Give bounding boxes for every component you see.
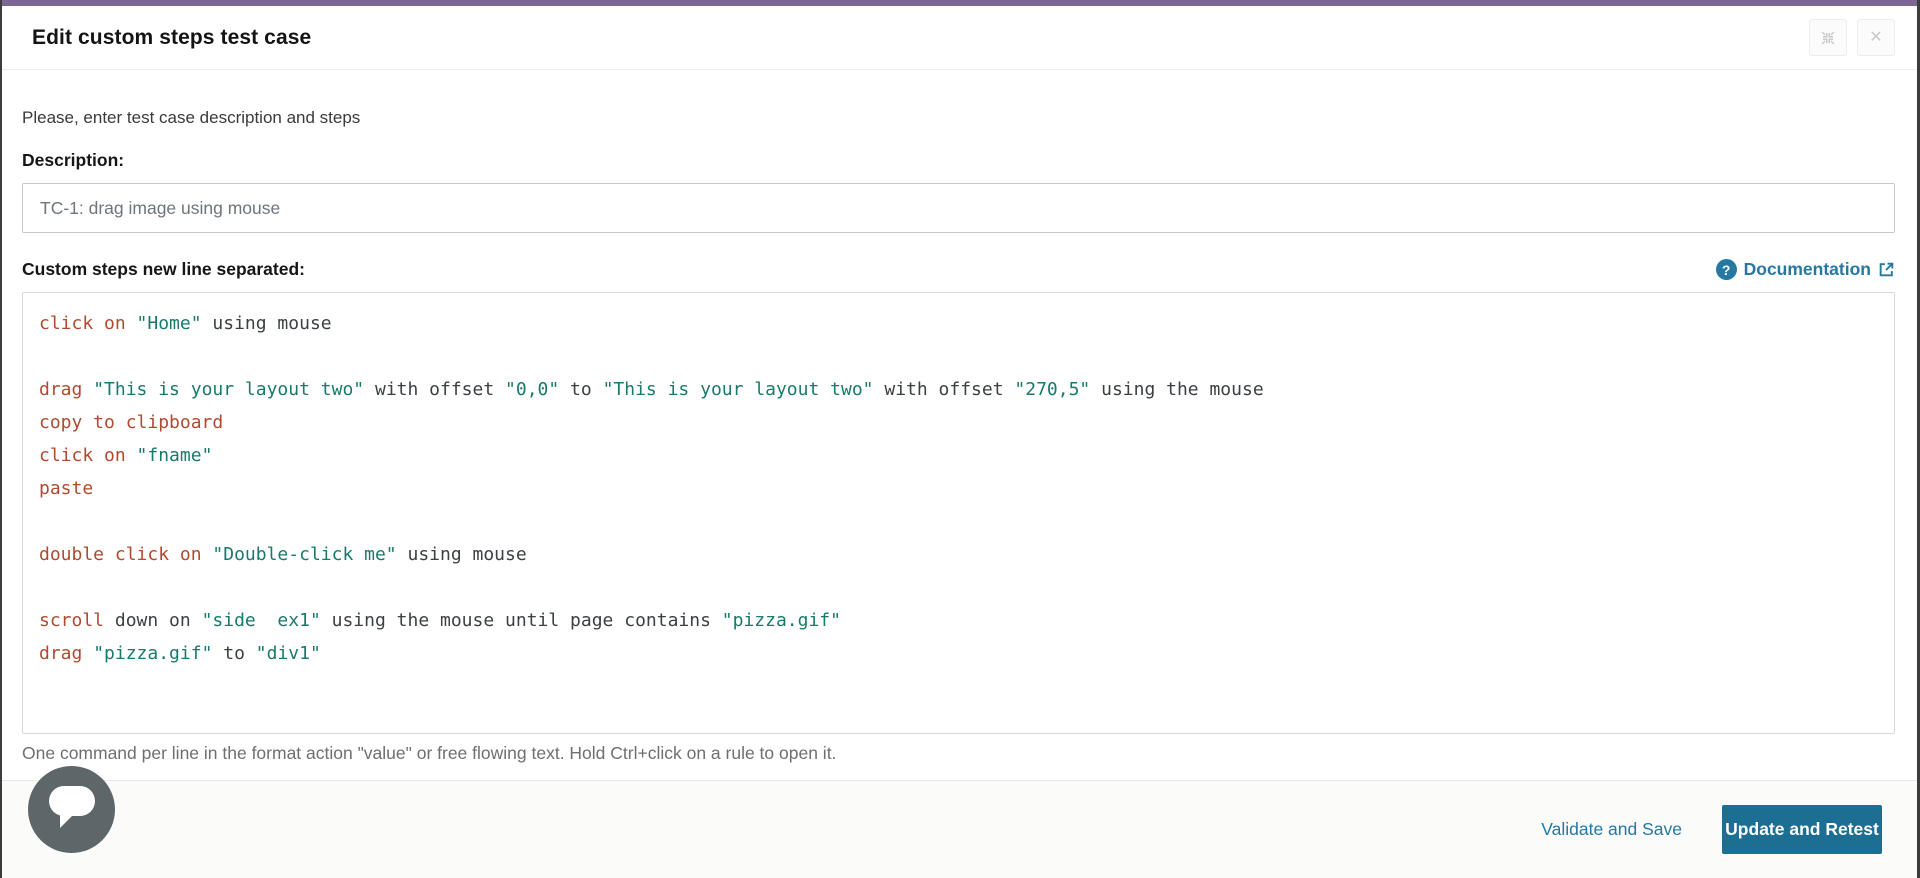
- documentation-link-label: Documentation: [1743, 259, 1871, 279]
- steps-editor-content: click on "Home" using mouse drag "This i…: [23, 293, 1894, 684]
- intro-text: Please, enter test case description and …: [22, 108, 361, 127]
- chat-bubble-icon: [47, 784, 97, 835]
- modal-footer: Validate and Save Update and Retest: [2, 780, 1917, 878]
- code-line[interactable]: [39, 505, 1878, 538]
- code-line[interactable]: click on "Home" using mouse: [39, 307, 1878, 340]
- token-cmd: paste: [39, 478, 94, 499]
- external-link-icon: [1878, 261, 1895, 278]
- code-line[interactable]: [39, 571, 1878, 604]
- token-txt: using mouse: [396, 544, 527, 565]
- token-txt: using mouse: [201, 313, 332, 334]
- description-input[interactable]: [22, 183, 1895, 233]
- token-str: "Double-click me": [212, 544, 397, 565]
- modal-body: Please, enter test case description and …: [2, 70, 1917, 780]
- token-txt: to: [212, 643, 256, 664]
- modal-title: Edit custom steps test case: [32, 25, 312, 49]
- token-str: "div1": [255, 643, 321, 664]
- token-cmd: click on: [39, 445, 126, 466]
- chat-widget-button[interactable]: [28, 766, 115, 853]
- steps-editor[interactable]: click on "Home" using mouse drag "This i…: [22, 292, 1895, 734]
- token-cmd: scroll: [39, 610, 105, 631]
- code-line[interactable]: drag "pizza.gif" to "div1": [39, 637, 1878, 670]
- token-cmd: double click on: [39, 544, 202, 565]
- code-line[interactable]: double click on "Double-click me" using …: [39, 538, 1878, 571]
- code-line[interactable]: [39, 340, 1878, 373]
- close-button[interactable]: ✕: [1857, 19, 1895, 56]
- modal-header: Edit custom steps test case ✕: [2, 6, 1917, 70]
- token-txt: with offset: [364, 379, 506, 400]
- close-icon: ✕: [1869, 28, 1883, 46]
- compress-button[interactable]: [1809, 19, 1847, 56]
- token-str: "pizza.gif": [93, 643, 213, 664]
- token-str: "pizza.gif": [721, 610, 841, 631]
- validate-and-save-button[interactable]: Validate and Save: [1541, 819, 1682, 840]
- window-controls: ✕: [1809, 19, 1895, 56]
- code-line[interactable]: paste: [39, 472, 1878, 505]
- token-cmd: drag: [39, 379, 83, 400]
- help-icon: ?: [1715, 259, 1737, 280]
- compress-icon: [1820, 30, 1836, 46]
- token-txt: using the mouse until page contains: [320, 610, 722, 631]
- edit-test-case-modal: Edit custom steps test case ✕ Please, en…: [2, 0, 1917, 878]
- update-and-retest-button[interactable]: Update and Retest: [1722, 805, 1882, 854]
- token-str: "Home": [136, 313, 202, 334]
- token-cmd: click on: [39, 313, 126, 334]
- token-cmd: copy to clipboard: [39, 412, 224, 433]
- token-str: "270,5": [1014, 379, 1091, 400]
- code-line[interactable]: click on "fname": [39, 439, 1878, 472]
- token-str: "fname": [136, 445, 213, 466]
- editor-helper-text: One command per line in the format actio…: [22, 743, 837, 763]
- token-txt: using the mouse: [1090, 379, 1264, 400]
- token-cmd: drag: [39, 643, 83, 664]
- code-line[interactable]: scroll down on "side ex1" using the mous…: [39, 604, 1878, 637]
- token-txt: down on: [104, 610, 202, 631]
- token-txt: with offset: [873, 379, 1015, 400]
- token-txt: to: [559, 379, 603, 400]
- code-line[interactable]: drag "This is your layout two" with offs…: [39, 373, 1878, 406]
- steps-label-row: Custom steps new line separated: ? Docum…: [22, 259, 1895, 280]
- steps-label: Custom steps new line separated:: [22, 259, 305, 279]
- token-str: "This is your layout two": [93, 379, 365, 400]
- token-str: "side ex1": [201, 610, 321, 631]
- documentation-link[interactable]: ? Documentation: [1715, 259, 1895, 280]
- token-str: "0,0": [505, 379, 560, 400]
- code-line[interactable]: copy to clipboard: [39, 406, 1878, 439]
- token-str: "This is your layout two": [602, 379, 874, 400]
- description-label: Description:: [22, 150, 125, 170]
